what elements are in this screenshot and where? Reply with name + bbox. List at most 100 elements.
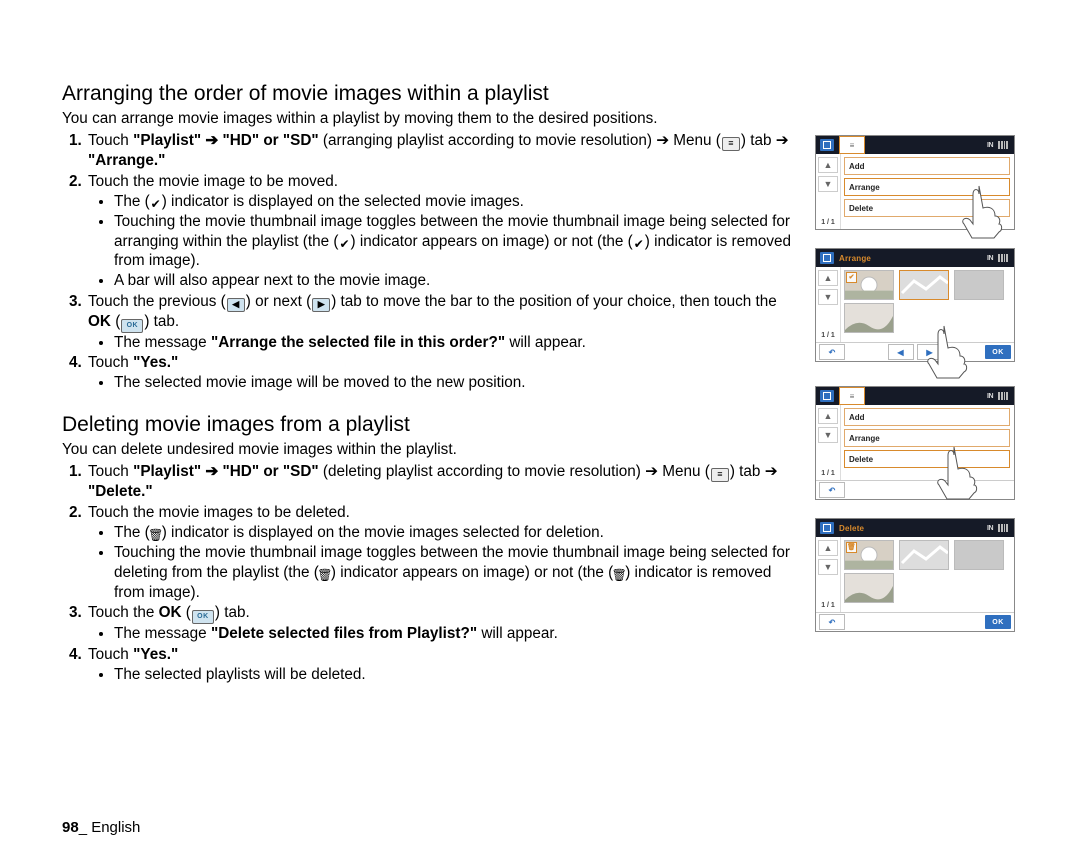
check-icon: ✔	[150, 198, 162, 210]
menu-row-arrange[interactable]: Arrange	[844, 429, 1010, 447]
scroll-up-button[interactable]: ▲	[818, 270, 838, 286]
section1-intro: You can arrange movie images within a pl…	[62, 109, 793, 129]
s2-b1: The (🗑) indicator is displayed on the mo…	[114, 523, 793, 543]
s1-step4: Touch "Yes." The selected movie image wi…	[86, 353, 793, 393]
scroll-down-button[interactable]: ▼	[818, 176, 838, 192]
s2-step4: Touch "Yes." The selected playlists will…	[86, 645, 793, 685]
playlist-icon	[820, 390, 834, 402]
menu-icon: ≡	[711, 468, 729, 482]
s1-step3-bullets: The message "Arrange the selected file i…	[88, 333, 793, 353]
section2-intro: You can delete undesired movie images wi…	[62, 440, 793, 460]
check-icon: ✔	[338, 238, 350, 250]
prev-icon: ◀	[227, 298, 245, 312]
figure-topbar: ≡ IN	[816, 136, 1014, 154]
back-button[interactable]: ↶	[819, 344, 845, 360]
s2-b2: Touching the movie thumbnail image toggl…	[114, 543, 793, 603]
next-button[interactable]: ▶	[917, 344, 943, 360]
in-badge: IN	[987, 142, 993, 149]
s1-step2: Touch the movie image to be moved. The (…	[86, 172, 793, 291]
scroll-down-button[interactable]: ▼	[818, 427, 838, 443]
s1-s3-b1: The message "Arrange the selected file i…	[114, 333, 793, 353]
pager-label: 1 / 1	[821, 602, 835, 612]
figure-arrange-thumbs: Arrange IN ▲ ▼ 1 / 1 ✔	[815, 248, 1015, 362]
figure-delete-menu: ≡ IN ▲ ▼ 1 / 1 Add Arrange Delet	[815, 386, 1015, 500]
thumb-2[interactable]	[899, 270, 949, 300]
section2-heading: Deleting movie images from a playlist	[62, 411, 793, 438]
scroll-down-button[interactable]: ▼	[818, 559, 838, 575]
battery-icon	[998, 254, 1008, 262]
section2-steps: Touch "Playlist" ➔ "HD" or "SD" (deletin…	[62, 462, 793, 684]
trash-icon: 🗑	[150, 529, 162, 541]
back-button[interactable]: ↶	[819, 614, 845, 630]
battery-icon	[998, 141, 1008, 149]
s2-step3: Touch the OK (OK) tab. The message "Dele…	[86, 603, 793, 643]
trash-icon: 🗑	[613, 569, 625, 581]
playlist-icon	[820, 252, 834, 264]
pager-label: 1 / 1	[821, 219, 835, 229]
menu-row-delete[interactable]: Delete	[844, 450, 1010, 468]
figure-arrange-menu: ≡ IN ▲ ▼ 1 / 1 Add Arrange Delet	[815, 135, 1015, 230]
scroll-up-button[interactable]: ▲	[818, 540, 838, 556]
thumb-3[interactable]	[954, 540, 1004, 570]
section2: Deleting movie images from a playlist Yo…	[62, 411, 793, 684]
s2-step3-bullets: The message "Delete selected files from …	[88, 624, 793, 644]
s1-step1: Touch "Playlist" ➔ "HD" or "SD" (arrangi…	[86, 131, 793, 171]
prev-button[interactable]: ◀	[888, 344, 914, 360]
thumb-4[interactable]	[844, 573, 894, 603]
menu-row-add[interactable]: Add	[844, 157, 1010, 175]
s1-step4-bullets: The selected movie image will be moved t…	[88, 373, 793, 393]
trash-icon: 🗑	[319, 569, 331, 581]
s2-step1: Touch "Playlist" ➔ "HD" or "SD" (deletin…	[86, 462, 793, 502]
menu-row-arrange[interactable]: Arrange	[844, 178, 1010, 196]
s2-s4-b1: The selected playlists will be deleted.	[114, 665, 793, 685]
next-icon: ▶	[312, 298, 330, 312]
playlist-icon	[820, 139, 834, 151]
figure-column: ≡ IN ▲ ▼ 1 / 1 Add Arrange Delet	[815, 80, 1025, 686]
playlist-icon	[820, 522, 834, 534]
menu-row-delete[interactable]: Delete	[844, 199, 1010, 217]
pager-label: 1 / 1	[821, 470, 835, 480]
ok-icon: OK	[121, 319, 143, 333]
tab-icon[interactable]: ≡	[839, 136, 865, 154]
thumb-1[interactable]: 🗑	[844, 540, 894, 570]
menu-row-add[interactable]: Add	[844, 408, 1010, 426]
s1-b3: A bar will also appear next to the movie…	[114, 271, 793, 291]
thumb-3[interactable]	[954, 270, 1004, 300]
ok-icon: OK	[192, 610, 214, 624]
check-icon: ✔	[633, 238, 645, 250]
scroll-up-button[interactable]: ▲	[818, 408, 838, 424]
in-badge: IN	[987, 255, 993, 262]
check-icon: ✔	[846, 272, 857, 283]
back-button[interactable]: ↶	[819, 482, 845, 498]
scroll-down-button[interactable]: ▼	[818, 289, 838, 305]
page: Arranging the order of movie images with…	[0, 0, 1080, 866]
s1-s4-b1: The selected movie image will be moved t…	[114, 373, 793, 393]
ok-button[interactable]: OK	[985, 615, 1011, 629]
s2-step2: Touch the movie images to be deleted. Th…	[86, 503, 793, 602]
pager-label: 1 / 1	[821, 332, 835, 342]
menu-icon: ≡	[722, 137, 740, 151]
content-columns: Arranging the order of movie images with…	[62, 80, 1025, 686]
s2-step4-bullets: The selected playlists will be deleted.	[88, 665, 793, 685]
figure-delete-thumbs: Delete IN ▲ ▼ 1 / 1 🗑	[815, 518, 1015, 632]
scroll-up-button[interactable]: ▲	[818, 157, 838, 173]
in-badge: IN	[987, 525, 993, 532]
thumb-4[interactable]	[844, 303, 894, 333]
tab-icon[interactable]: ≡	[839, 387, 865, 405]
s2-step2-bullets: The (🗑) indicator is displayed on the mo…	[88, 523, 793, 603]
s1-b2: Touching the movie thumbnail image toggl…	[114, 212, 793, 272]
s1-step2-bullets: The (✔) indicator is displayed on the se…	[88, 192, 793, 291]
battery-icon	[998, 524, 1008, 532]
section1-steps: Touch "Playlist" ➔ "HD" or "SD" (arrangi…	[62, 131, 793, 393]
thumb-2[interactable]	[899, 540, 949, 570]
ok-button[interactable]: OK	[985, 345, 1011, 359]
page-footer: 98_ English	[62, 819, 140, 836]
s1-step3: Touch the previous (◀) or next (▶) tab t…	[86, 292, 793, 352]
s1-b1: The (✔) indicator is displayed on the se…	[114, 192, 793, 212]
trash-icon: 🗑	[846, 542, 857, 553]
battery-icon	[998, 392, 1008, 400]
section1-heading: Arranging the order of movie images with…	[62, 80, 793, 107]
in-badge: IN	[987, 393, 993, 400]
text-column: Arranging the order of movie images with…	[62, 80, 793, 686]
thumb-1[interactable]: ✔	[844, 270, 894, 300]
